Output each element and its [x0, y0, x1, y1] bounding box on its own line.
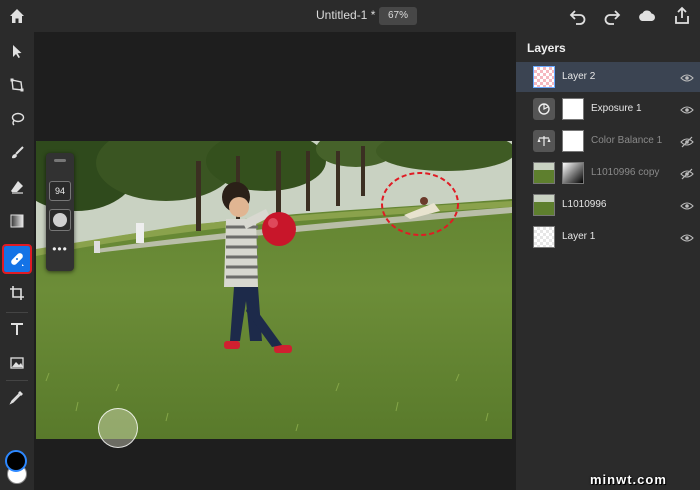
layer-name: L1010996 copy — [591, 167, 660, 178]
more-options-icon[interactable]: ••• — [50, 243, 70, 255]
layer-row[interactable]: L1010996 copy — [516, 158, 700, 188]
redo-icon[interactable] — [601, 5, 623, 27]
eyedropper-tool-icon[interactable] — [4, 384, 30, 410]
color-balance-adjustment-icon — [533, 130, 555, 152]
home-icon[interactable] — [6, 5, 28, 27]
select-tool-icon[interactable] — [4, 38, 30, 64]
layer-thumbnail — [533, 226, 555, 248]
layer-thumbnail — [533, 66, 555, 88]
healing-brush-tool-icon[interactable] — [2, 244, 32, 274]
layers-panel-title: Layers — [527, 41, 566, 55]
layer-name: Color Balance 1 — [591, 135, 663, 146]
layer-thumbnail — [533, 194, 555, 216]
brush-cursor — [98, 408, 138, 448]
share-icon[interactable] — [671, 5, 693, 27]
layer-row[interactable]: Layer 2 — [516, 62, 700, 92]
zoom-level[interactable]: 67% — [379, 7, 417, 25]
eye-icon[interactable] — [680, 199, 694, 211]
watermark-text: minwt.com — [590, 472, 667, 487]
layer-row[interactable]: L1010996 — [516, 190, 700, 220]
brush-size-control[interactable]: 94 — [49, 181, 71, 201]
top-bar: Untitled-1 * 67% — [0, 0, 700, 32]
place-image-tool-icon[interactable] — [4, 350, 30, 376]
layer-thumbnail — [533, 162, 555, 184]
exposure-adjustment-icon — [533, 98, 555, 120]
eye-hidden-icon[interactable] — [680, 167, 694, 180]
brush-tool-icon[interactable] — [4, 140, 30, 166]
eye-icon[interactable] — [680, 71, 694, 83]
eye-hidden-icon[interactable] — [680, 135, 694, 148]
cloud-icon[interactable] — [636, 5, 658, 27]
document-title[interactable]: Untitled-1 * — [316, 8, 375, 22]
brush-preview-icon — [53, 213, 67, 227]
layer-row[interactable]: Color Balance 1 — [516, 126, 700, 156]
layer-name: Layer 1 — [562, 231, 596, 242]
type-tool-icon[interactable] — [4, 316, 30, 342]
transform-tool-icon[interactable] — [4, 72, 30, 98]
brush-options-panel: 94 ••• — [46, 153, 74, 271]
layer-name: L1010996 — [562, 199, 607, 210]
layer-row[interactable]: Layer 1 — [516, 222, 700, 252]
undo-icon[interactable] — [567, 5, 589, 27]
tool-divider — [6, 380, 28, 381]
layer-mask-thumbnail — [562, 162, 584, 184]
eraser-tool-icon[interactable] — [4, 174, 30, 200]
layer-name: Layer 2 — [562, 71, 596, 82]
lasso-tool-icon[interactable] — [4, 106, 30, 132]
layer-mask-thumbnail — [562, 130, 584, 152]
eye-icon[interactable] — [680, 231, 694, 243]
layers-panel: Layers Layer 2 Exposure 1 Color Balance … — [516, 32, 700, 490]
crop-tool-icon[interactable] — [4, 280, 30, 306]
foreground-color-swatch[interactable] — [5, 450, 27, 472]
gradient-tool-icon[interactable] — [4, 208, 30, 234]
tool-bar — [0, 32, 34, 490]
tool-divider — [6, 312, 28, 313]
layer-name: Exposure 1 — [591, 103, 642, 114]
eye-icon[interactable] — [680, 103, 694, 115]
layer-mask-thumbnail — [562, 98, 584, 120]
brush-hardness-control[interactable] — [49, 209, 71, 231]
panel-drag-handle[interactable] — [54, 159, 66, 162]
canvas-image[interactable] — [36, 141, 512, 439]
layer-row[interactable]: Exposure 1 — [516, 94, 700, 124]
